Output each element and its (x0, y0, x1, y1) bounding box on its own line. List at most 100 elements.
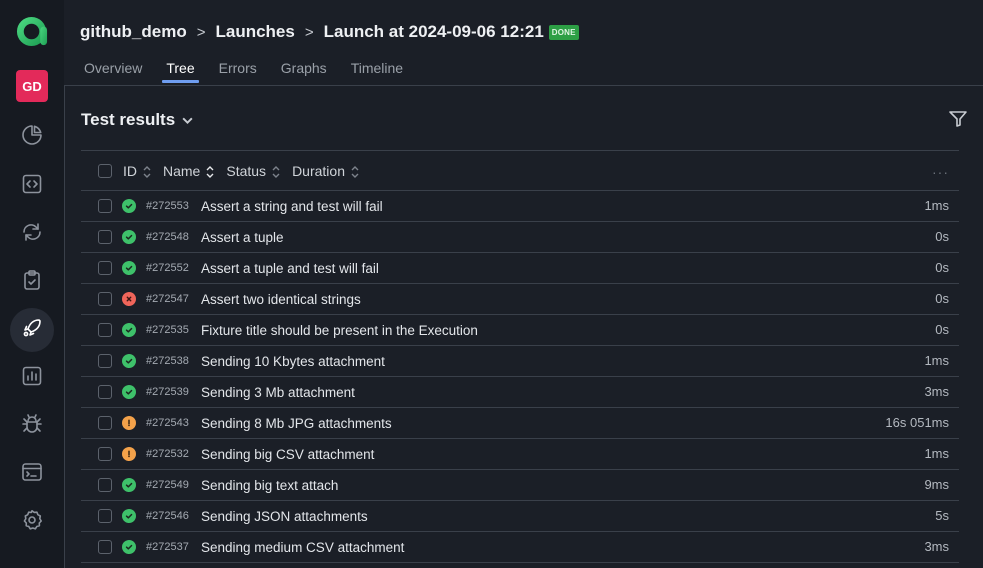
tab-overview[interactable]: Overview (80, 60, 146, 82)
sidebar-item-dashboard[interactable] (10, 115, 54, 159)
row-checkbox[interactable] (98, 509, 112, 523)
filter-icon (949, 111, 967, 127)
breadcrumb-separator: > (196, 23, 206, 41)
table-row[interactable]: #272548 Assert a tuple 0s (81, 222, 959, 253)
chevron-down-icon (182, 117, 193, 124)
test-id: #272543 (146, 417, 189, 429)
breadcrumb-launches[interactable]: Launches (215, 22, 294, 42)
table-row[interactable]: #272537 Sending medium CSV attachment 3m… (81, 532, 959, 563)
test-name[interactable]: Sending JSON attachments (201, 509, 368, 524)
table-row[interactable]: #272532 Sending big CSV attachment 1ms (81, 439, 959, 470)
test-id: #272538 (146, 355, 189, 367)
test-results-dropdown[interactable]: Test results (81, 110, 194, 130)
test-id: #272535 (146, 324, 189, 336)
table-row[interactable]: #272539 Sending 3 Mb attachment 3ms (81, 377, 959, 408)
sidebar-item-code[interactable] (10, 164, 54, 208)
passed-check-icon (122, 354, 136, 368)
column-id[interactable]: ID (123, 163, 151, 179)
column-label: Status (226, 162, 267, 179)
table-row[interactable]: #272535 Fixture title should be present … (81, 315, 959, 346)
gear-icon (20, 508, 44, 536)
avatar[interactable]: GD (16, 70, 48, 102)
row-checkbox[interactable] (98, 323, 112, 337)
table-row[interactable]: #272547 Assert two identical strings 0s (81, 284, 959, 315)
row-checkbox[interactable] (98, 292, 112, 306)
table-row[interactable]: #272546 Sending JSON attachments 5s (81, 501, 959, 532)
sidebar-item-settings[interactable] (10, 500, 54, 544)
test-name[interactable]: Sending medium CSV attachment (201, 540, 404, 555)
test-name[interactable]: Sending big text attach (201, 478, 338, 493)
passed-check-icon (122, 509, 136, 523)
page-title: Launch at 2024-09-06 12:21 (323, 22, 544, 41)
sidebar-item-defects[interactable] (10, 404, 54, 448)
passed-check-icon (122, 199, 136, 213)
test-id: #272537 (146, 541, 189, 553)
test-name[interactable]: Assert a string and test will fail (201, 199, 383, 214)
table-row[interactable]: #272552 Assert a tuple and test will fai… (81, 253, 959, 284)
test-name[interactable]: Sending 8 Mb JPG attachments (201, 416, 392, 431)
row-checkbox[interactable] (98, 447, 112, 461)
column-duration[interactable]: Duration (292, 163, 359, 179)
breadcrumb: github_demo > Launches > Launch at 2024-… (80, 22, 579, 42)
sidebar-item-sync[interactable] (10, 212, 54, 256)
select-all-checkbox[interactable] (98, 163, 112, 178)
tab-errors[interactable]: Errors (215, 60, 261, 82)
passed-check-icon (122, 540, 136, 554)
test-name[interactable]: Assert a tuple (201, 230, 284, 245)
refresh-icon (20, 220, 44, 248)
test-name[interactable]: Assert a tuple and test will fail (201, 261, 379, 276)
sort-icon (351, 165, 359, 178)
clipboard-check-icon (20, 268, 44, 296)
column-name[interactable]: Name (163, 163, 214, 179)
more-options-icon[interactable]: ··· (932, 164, 949, 180)
filter-button[interactable] (947, 108, 969, 130)
broken-exclamation-icon (122, 447, 136, 461)
row-checkbox[interactable] (98, 385, 112, 399)
test-duration: 0s (935, 229, 949, 244)
sidebar-item-test-cases[interactable] (10, 260, 54, 304)
row-checkbox[interactable] (98, 354, 112, 368)
row-checkbox[interactable] (98, 416, 112, 430)
table-row[interactable]: #272553 Assert a string and test will fa… (81, 191, 959, 222)
column-status[interactable]: Status (226, 163, 280, 179)
test-name[interactable]: Sending 10 Kbytes attachment (201, 354, 385, 369)
column-label: Name (163, 162, 201, 179)
tab-bar: Overview Tree Errors Graphs Timeline (80, 60, 423, 83)
table-row[interactable]: #272538 Sending 10 Kbytes attachment 1ms (81, 346, 959, 377)
page-header: github_demo > Launches > Launch at 2024-… (64, 0, 983, 86)
test-id: #272553 (146, 200, 189, 212)
sidebar-item-jobs[interactable] (10, 452, 54, 496)
row-checkbox[interactable] (98, 199, 112, 213)
test-name[interactable]: Sending 3 Mb attachment (201, 385, 355, 400)
test-duration: 3ms (924, 539, 949, 554)
table-body: #272553 Assert a string and test will fa… (81, 191, 959, 563)
passed-check-icon (122, 478, 136, 492)
row-checkbox[interactable] (98, 478, 112, 492)
test-id: #272532 (146, 448, 189, 460)
table-row[interactable]: #272549 Sending big text attach 9ms (81, 470, 959, 501)
row-checkbox[interactable] (98, 540, 112, 554)
test-id: #272552 (146, 262, 189, 274)
app-logo-icon[interactable] (16, 15, 49, 48)
sort-icon (272, 165, 280, 178)
test-name[interactable]: Assert two identical strings (201, 292, 361, 307)
pie-chart-icon (20, 123, 44, 151)
tab-tree[interactable]: Tree (162, 60, 199, 83)
row-checkbox[interactable] (98, 230, 112, 244)
terminal-icon (20, 460, 44, 488)
test-duration: 1ms (924, 198, 949, 213)
sidebar-item-launches[interactable] (10, 308, 54, 352)
test-id: #272548 (146, 231, 189, 243)
test-id: #272549 (146, 479, 189, 491)
row-checkbox[interactable] (98, 261, 112, 275)
test-name[interactable]: Sending big CSV attachment (201, 447, 374, 462)
test-duration: 3ms (924, 384, 949, 399)
test-name[interactable]: Fixture title should be present in the E… (201, 323, 478, 338)
breadcrumb-project[interactable]: github_demo (80, 22, 187, 42)
sidebar-item-analytics[interactable] (10, 356, 54, 400)
tab-graphs[interactable]: Graphs (277, 60, 331, 82)
tab-timeline[interactable]: Timeline (347, 60, 407, 82)
passed-check-icon (122, 230, 136, 244)
test-id: #272539 (146, 386, 189, 398)
table-row[interactable]: #272543 Sending 8 Mb JPG attachments 16s… (81, 408, 959, 439)
